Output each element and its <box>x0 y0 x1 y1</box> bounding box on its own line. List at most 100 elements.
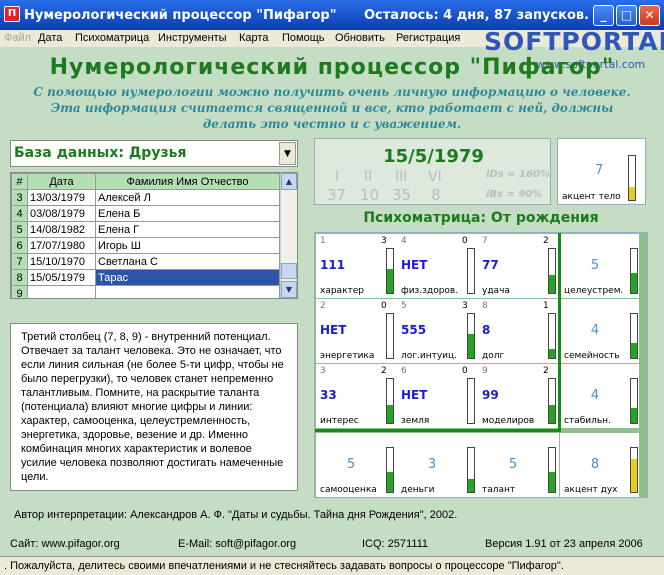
psychomatrix-cell[interactable]: 4 0 НЕТ физ.здоров. <box>397 234 478 298</box>
roman-number: VI <box>428 169 442 185</box>
app-icon: П <box>4 6 20 22</box>
psychomatrix-cell[interactable]: 4 семейность <box>560 299 639 363</box>
table-row-selected[interactable]: 8 15/05/1979 Тарас <box>11 269 280 286</box>
psychomatrix-cell[interactable]: 8 1 8 долг <box>478 299 559 363</box>
meter-fill <box>549 472 555 492</box>
cell-count: 3 <box>462 301 468 311</box>
accent-body-panel: 7 акцент тело <box>557 138 646 205</box>
cell-value: НЕТ <box>320 323 347 337</box>
psychomatrix-cell[interactable]: 8 акцент дух <box>560 433 639 497</box>
row-date[interactable]: 13/03/1979 <box>27 189 96 206</box>
psychomatrix-cell[interactable]: 2 0 НЕТ энергетика <box>316 299 397 363</box>
close-button[interactable]: ✕ <box>639 5 660 26</box>
col-header-date[interactable]: Дата <box>27 173 96 190</box>
col-header-name[interactable]: Фамилия Имя Отчество <box>95 173 280 190</box>
footer: Сайт: www.pifagor.org E-Mail: soft@pifag… <box>0 534 664 554</box>
accent-body-meter <box>628 155 636 201</box>
cell-count: 0 <box>462 366 468 376</box>
row-date[interactable]: 03/08/1979 <box>27 205 96 222</box>
cell-meter <box>386 248 394 294</box>
menu-map[interactable]: Карта <box>239 32 268 44</box>
cell-meter <box>467 313 475 359</box>
row-date[interactable]: 15/05/1979 <box>27 269 96 286</box>
menu-psychomatrix[interactable]: Психоматрица <box>75 32 149 44</box>
meter-fill <box>468 478 474 492</box>
scroll-up-icon[interactable]: ▲ <box>281 173 297 190</box>
row-name[interactable]: Светлана С <box>95 253 280 270</box>
cell-digit: 9 <box>482 366 488 376</box>
row-date[interactable]: 15/10/1970 <box>27 253 96 270</box>
table-row[interactable]: 3 13/03/1979 Алексей Л <box>11 189 280 206</box>
cell-meter <box>548 447 556 493</box>
cell-meter <box>630 248 638 294</box>
row-number: 4 <box>11 205 28 222</box>
meter-fill <box>549 405 555 423</box>
menu-file[interactable]: Файл <box>4 32 31 44</box>
menu-registration[interactable]: Регистрация <box>396 32 460 44</box>
table-row[interactable]: 9 <box>11 285 280 298</box>
cell-value: НЕТ <box>401 258 428 272</box>
cell-meter <box>386 313 394 359</box>
psychomatrix-cell[interactable]: 3 2 33 интерес <box>316 364 397 428</box>
row-date[interactable]: 17/07/1980 <box>27 237 96 254</box>
col-header-number[interactable]: # <box>11 173 28 190</box>
footer-icq: ICQ: 2571111 <box>362 538 429 550</box>
psychomatrix-cell[interactable]: 7 2 77 удача <box>478 234 559 298</box>
psychomatrix-cell[interactable]: 1 3 111 характер <box>316 234 397 298</box>
psychomatrix-cell[interactable]: 5 целеустрем. <box>560 234 639 298</box>
psychomatrix-cell[interactable]: 5 3 555 лог.интуиц. <box>397 299 478 363</box>
database-select[interactable]: База данных: Друзья ▼ <box>10 140 298 167</box>
status-bar: . Пожалуйста, делитесь своими впечатлени… <box>0 556 664 575</box>
psychomatrix-cell[interactable]: 5 талант <box>478 433 559 497</box>
row-date[interactable] <box>27 285 96 298</box>
meter-fill <box>631 342 637 358</box>
page-heading: Нумерологический процессор "Пифагор" <box>49 55 615 80</box>
maximize-button[interactable]: □ <box>616 5 637 26</box>
row-name[interactable]: Алексей Л <box>95 189 280 206</box>
psychomatrix-cell[interactable]: 5 самооценка <box>316 433 397 497</box>
cell-label: интерес <box>320 416 359 426</box>
table-row[interactable]: 7 15/10/1970 Светлана С <box>11 253 280 270</box>
table-row[interactable]: 4 03/08/1979 Елена Б <box>11 205 280 222</box>
birth-date-panel: 15/5/1979 I II III VI 37 10 35 8 iDs = 1… <box>314 138 551 205</box>
menu-help[interactable]: Помощь <box>282 32 325 44</box>
row-name[interactable]: Игорь Ш <box>95 237 280 254</box>
cell-label: стабильн. <box>564 416 611 426</box>
ids-value: iDs = 160% <box>486 169 550 180</box>
accent-body-value: 7 <box>595 163 604 178</box>
meter-fill <box>549 349 555 358</box>
cell-value: 5 <box>346 457 356 472</box>
row-date[interactable]: 14/08/1982 <box>27 221 96 238</box>
table-row[interactable]: 5 14/08/1982 Елена Г <box>11 221 280 238</box>
roman-number: II <box>364 169 373 185</box>
psychomatrix-cell[interactable]: 6 0 НЕТ земля <box>397 364 478 428</box>
footer-site[interactable]: Сайт: www.pifagor.org <box>10 538 120 550</box>
scroll-down-icon[interactable]: ▼ <box>281 281 297 298</box>
psychomatrix-cell[interactable]: 4 стабильн. <box>560 364 639 428</box>
minimize-button[interactable]: _ <box>593 5 614 26</box>
psychomatrix-cell[interactable]: 3 деньги <box>397 433 478 497</box>
row-name[interactable] <box>95 285 280 298</box>
footer-email[interactable]: E-Mail: soft@pifagor.org <box>178 538 296 550</box>
chevron-down-icon[interactable]: ▼ <box>279 142 296 165</box>
cell-meter <box>548 248 556 294</box>
cell-count: 1 <box>543 301 549 311</box>
meter-fill <box>387 472 393 492</box>
intro-line: С помощью нумерологии можно получить оче… <box>33 85 631 99</box>
table-scrollbar[interactable]: ▲ ▼ <box>280 173 297 298</box>
menu-update[interactable]: Обновить <box>335 32 385 44</box>
cell-digit: 5 <box>401 301 407 311</box>
menu-tools[interactable]: Инструменты <box>158 32 227 44</box>
row-name[interactable]: Тарас <box>95 269 280 286</box>
scroll-thumb[interactable] <box>281 263 297 279</box>
row-name[interactable]: Елена Б <box>95 205 280 222</box>
row-number: 5 <box>11 221 28 238</box>
cell-value: 33 <box>320 388 337 402</box>
watermark-brand: SOFTPORTAL <box>484 27 664 56</box>
row-name[interactable]: Елена Г <box>95 221 280 238</box>
row-number: 9 <box>11 285 28 298</box>
menu-date[interactable]: Дата <box>38 32 62 44</box>
meter-fill <box>468 333 474 358</box>
psychomatrix-cell[interactable]: 9 2 99 моделиров <box>478 364 559 428</box>
table-row[interactable]: 6 17/07/1980 Игорь Ш <box>11 237 280 254</box>
